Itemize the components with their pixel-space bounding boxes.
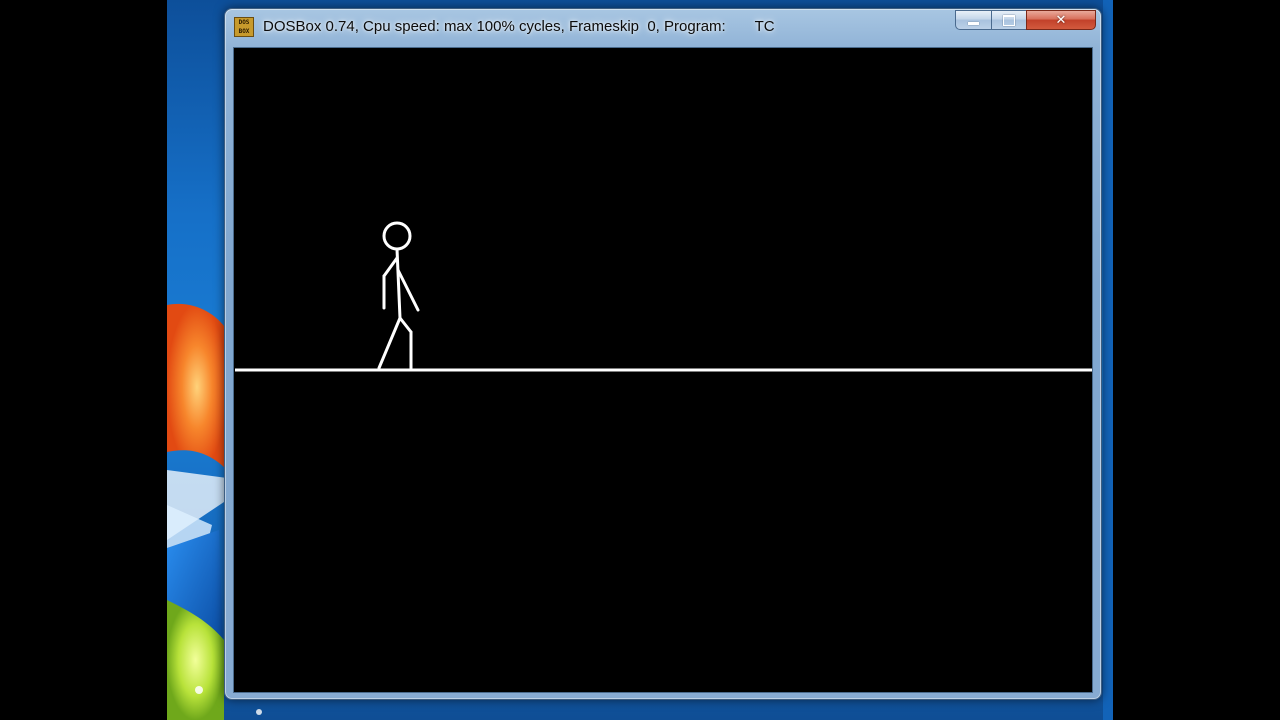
game-scene (235, 221, 1092, 372)
stick-figure-knee (398, 316, 413, 334)
dosbox-icon[interactable]: DOS BOX (234, 17, 254, 37)
maximize-icon (1003, 14, 1015, 26)
stick-figure (377, 221, 420, 370)
dosbox-icon-label: DOS BOX (238, 19, 250, 35)
close-button[interactable]: ✕ (1026, 10, 1096, 30)
stick-figure-head (382, 221, 412, 251)
stick-figure-arm-back-upper (382, 256, 399, 278)
minimize-button[interactable] (955, 10, 991, 30)
stick-figure-leg-back (377, 316, 402, 370)
close-icon: ✕ (1055, 12, 1067, 28)
window-title: DOSBox 0.74, Cpu speed: max 100% cycles,… (263, 18, 775, 35)
maximize-button[interactable] (991, 10, 1026, 30)
dos-screen[interactable] (233, 47, 1093, 693)
stick-figure-arm-front (396, 268, 420, 312)
dosbox-window: DOS BOX DOSBox 0.74, Cpu speed: max 100%… (224, 8, 1102, 700)
title-bar[interactable]: DOS BOX DOSBox 0.74, Cpu speed: max 100%… (225, 9, 1101, 45)
minimize-icon (968, 22, 979, 25)
video-frame: DOS BOX DOSBox 0.74, Cpu speed: max 100%… (0, 0, 1280, 720)
